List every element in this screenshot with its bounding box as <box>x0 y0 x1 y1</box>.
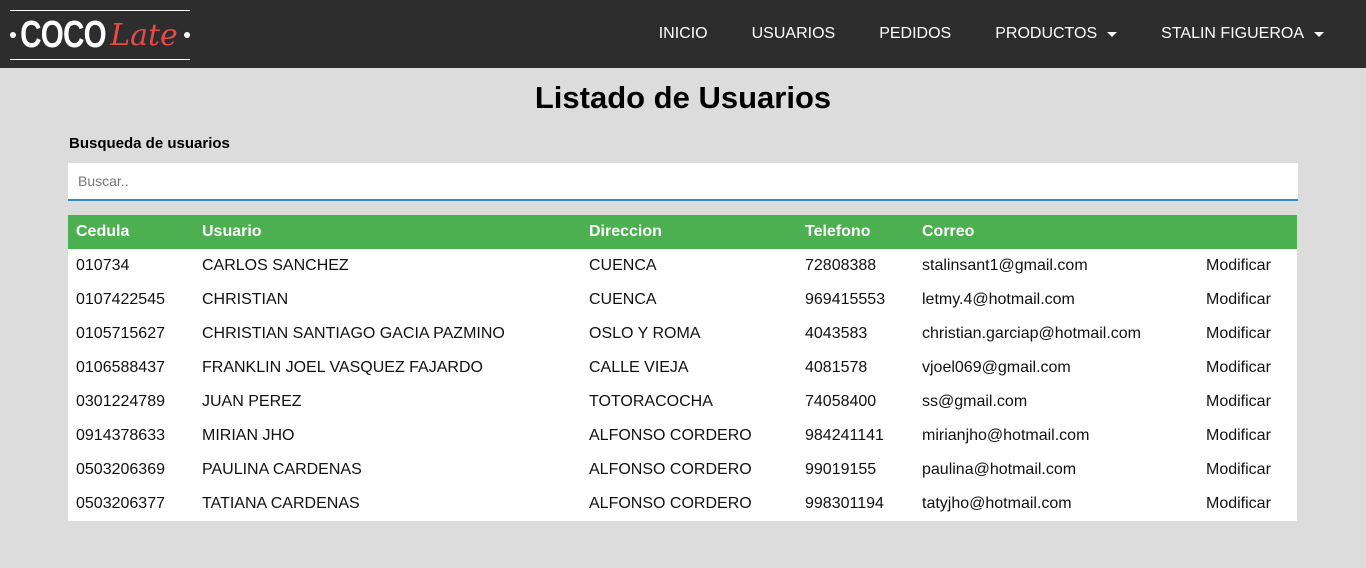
table-cell: FRANKLIN JOEL VASQUEZ FAJARDO <box>202 359 483 376</box>
table-row: 0301224789 JUAN PEREZ TOTORACOCHA 74058400 s… <box>68 385 1297 419</box>
table-row: 0107422545 CHRISTIAN CUENCA 969415553 letmy.… <box>68 283 1297 317</box>
action-cell: Modificar <box>1198 283 1297 317</box>
nav-usuarios[interactable]: USUARIOS <box>730 25 858 43</box>
action-cell: Modificar <box>1198 385 1297 419</box>
nav-stalin-figueroa[interactable]: STALIN FIGUEROA <box>1139 25 1346 43</box>
caret-down-icon <box>1107 31 1118 37</box>
nav-menu: INICIO USUARIOS PEDIDOS PRODUCTOS STALIN FIG… <box>637 0 1346 68</box>
modify-link[interactable]: Modificar <box>1206 393 1271 410</box>
modify-link[interactable]: Modificar <box>1206 359 1271 376</box>
action-cell: Modificar <box>1198 351 1297 385</box>
modify-link[interactable]: Modificar <box>1206 325 1271 342</box>
table-cell: CARLOS SANCHEZ <box>202 257 349 274</box>
modify-link[interactable]: Modificar <box>1206 427 1271 444</box>
action-cell: Modificar <box>1198 317 1297 351</box>
column-header <box>1198 215 1297 249</box>
table-cell: OSLO Y ROMA <box>589 325 701 342</box>
table-cell: 969415553 <box>805 291 886 308</box>
nav-label: PRODUCTOS <box>995 25 1098 42</box>
modify-link[interactable]: Modificar <box>1206 257 1271 274</box>
users-table: Cedula Usuario Direccion Telefono Correo 010… <box>68 215 1297 521</box>
table-cell: 4043583 <box>805 325 868 342</box>
table-cell: 0503206377 <box>76 495 165 512</box>
table-cell: CUENCA <box>589 257 657 274</box>
table-cell: tatyjho@hotmail.com <box>922 495 1072 512</box>
modify-link[interactable]: Modificar <box>1206 495 1271 512</box>
column-header: Usuario <box>194 215 581 249</box>
table-cell: ALFONSO CORDERO <box>589 495 752 512</box>
logo[interactable]: COCO Late <box>10 10 190 60</box>
action-cell: Modificar <box>1198 249 1297 283</box>
navbar: COCO Late INICIO USUARIOS PEDIDOS PRODUCTOS… <box>0 0 1366 68</box>
table-cell: letmy.4@hotmail.com <box>922 291 1075 308</box>
table-cell: 0914378633 <box>76 427 165 444</box>
table-cell: ALFONSO CORDERO <box>589 461 752 478</box>
table-cell: ALFONSO CORDERO <box>589 427 752 444</box>
table-cell: CHRISTIAN SANTIAGO GACIA PAZMINO <box>202 325 505 342</box>
action-cell: Modificar <box>1198 487 1297 521</box>
table-cell: 72808388 <box>805 257 877 274</box>
column-header: Correo <box>914 215 1198 249</box>
table-cell: JUAN PEREZ <box>202 393 302 410</box>
table-row: 0503206369 PAULINA CARDENAS ALFONSO CORDER… <box>68 453 1297 487</box>
table-cell: vjoel069@gmail.com <box>922 359 1071 376</box>
table-cell: CHRISTIAN <box>202 291 289 308</box>
action-cell: Modificar <box>1198 419 1297 453</box>
table-cell: ss@gmail.com <box>922 393 1028 410</box>
nav-label: STALIN FIGUEROA <box>1161 25 1304 42</box>
logo-text-coco: COCO <box>20 13 107 56</box>
table-cell: 984241141 <box>805 427 884 444</box>
table-cell: TOTORACOCHA <box>589 393 713 410</box>
column-header: Telefono <box>797 215 914 249</box>
table-row: 0106588437 FRANKLIN JOEL VASQUEZ FAJARDO C… <box>68 351 1297 385</box>
nav-label: PEDIDOS <box>879 25 952 42</box>
nav-pedidos[interactable]: PEDIDOS <box>857 25 973 43</box>
nav-inicio[interactable]: INICIO <box>637 25 730 43</box>
nav-productos[interactable]: PRODUCTOS <box>973 25 1139 43</box>
table-header-row: Cedula Usuario Direccion Telefono Correo <box>68 215 1297 249</box>
table-cell: christian.garciap@hotmail.com <box>922 325 1141 342</box>
table-row: 0503206377 TATIANA CARDENAS ALFONSO CORDER… <box>68 487 1297 521</box>
table-cell: 0105715627 <box>76 325 165 342</box>
table-row: 0105715627 CHRISTIAN SANTIAGO GACIA PAZMI… <box>68 317 1297 351</box>
table-cell: CUENCA <box>589 291 657 308</box>
table-cell: 0503206369 <box>76 461 165 478</box>
table-cell: 0106588437 <box>76 359 165 376</box>
table-cell: paulina@hotmail.com <box>922 461 1077 478</box>
nav-label: INICIO <box>658 25 708 42</box>
logo-dot <box>183 32 190 38</box>
table-cell: 010734 <box>76 257 130 274</box>
table-cell: 4081578 <box>805 359 868 376</box>
search-input[interactable] <box>68 163 1298 201</box>
logo-text-late: Late <box>110 17 178 53</box>
table-cell: 0107422545 <box>76 291 165 308</box>
table-cell: TATIANA CARDENAS <box>202 495 360 512</box>
caret-down-icon <box>1314 31 1324 37</box>
modify-link[interactable]: Modificar <box>1206 461 1271 478</box>
action-cell: Modificar <box>1198 453 1297 487</box>
column-header: Cedula <box>68 215 194 249</box>
nav-label: USUARIOS <box>751 25 836 42</box>
table-row: 0914378633 MIRIAN JHO ALFONSO CORDERO 98424… <box>68 419 1297 453</box>
modify-link[interactable]: Modificar <box>1206 291 1271 308</box>
table-cell: 74058400 <box>805 393 877 410</box>
table-cell: PAULINA CARDENAS <box>202 461 362 478</box>
table-row: 010734 CARLOS SANCHEZ CUENCA 72808388 stalin… <box>68 249 1297 283</box>
table-cell: 99019155 <box>805 461 877 478</box>
table-cell: mirianjho@hotmail.com <box>922 427 1090 444</box>
table-cell: stalinsant1@gmail.com <box>922 257 1088 274</box>
search-label: Busqueda de usuarios <box>69 135 230 152</box>
table-cell: 998301194 <box>805 495 884 512</box>
table-cell: CALLE VIEJA <box>589 359 689 376</box>
column-header: Direccion <box>581 215 797 249</box>
page-title: Listado de Usuarios <box>534 80 832 115</box>
logo-dot <box>10 32 17 38</box>
table-cell: MIRIAN JHO <box>202 427 295 444</box>
table-cell: 0301224789 <box>76 393 165 410</box>
